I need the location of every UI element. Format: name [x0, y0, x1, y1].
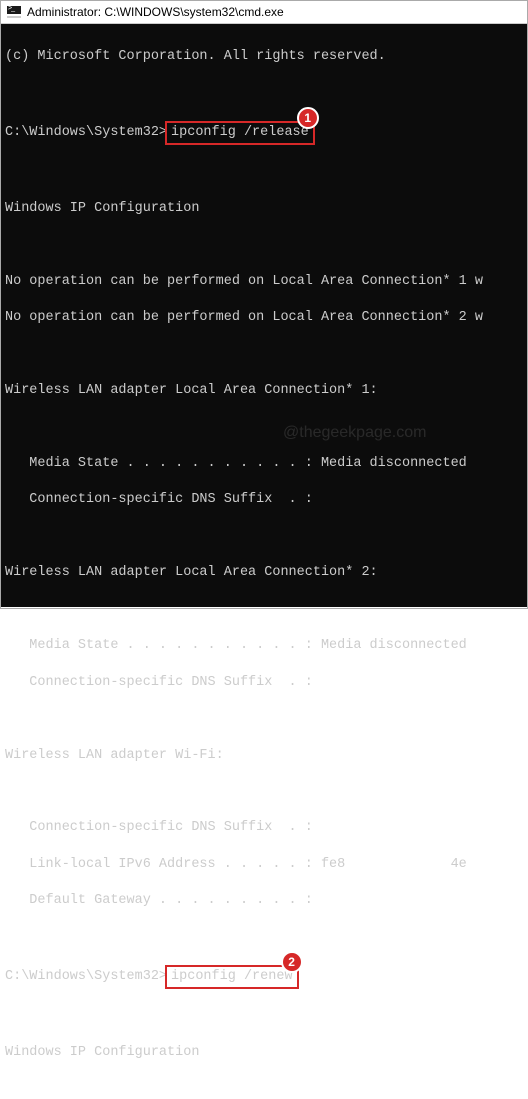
- step-badge-1: 1: [297, 107, 319, 129]
- blank-line: [5, 419, 523, 437]
- adapter-heading: Wireless LAN adapter Local Area Connecti…: [5, 382, 523, 400]
- terminal-output[interactable]: (c) Microsoft Corporation. All rights re…: [1, 24, 527, 607]
- prompt-path: C:\Windows\System32>: [5, 125, 167, 140]
- output-line: Connection-specific DNS Suffix . :: [5, 674, 523, 692]
- adapter-heading: Wireless LAN adapter Local Area Connecti…: [5, 564, 523, 582]
- output-line: No operation can be performed on Local A…: [5, 273, 523, 291]
- output-line: Link-local IPv6 Address . . . . . : fe8 …: [5, 856, 523, 874]
- blank-line: [5, 236, 523, 254]
- section-heading: Windows IP Configuration: [5, 1044, 523, 1062]
- cmd-icon: [7, 6, 21, 18]
- output-line: Default Gateway . . . . . . . . . :: [5, 892, 523, 910]
- window-title: Administrator: C:\WINDOWS\system32\cmd.e…: [27, 5, 284, 19]
- adapter-heading: Wireless LAN adapter Wi-Fi:: [5, 747, 523, 765]
- blank-line: [5, 528, 523, 546]
- blank-line: [5, 346, 523, 364]
- blank-line: [5, 710, 523, 728]
- command-text-2: ipconfig /renew: [171, 969, 293, 984]
- blank-line: [5, 783, 523, 801]
- section-heading: Windows IP Configuration: [5, 200, 523, 218]
- window-titlebar: Administrator: C:\WINDOWS\system32\cmd.e…: [1, 1, 527, 24]
- prompt-line-2: C:\Windows\System32>ipconfig /renew2: [5, 965, 523, 989]
- output-line: Media State . . . . . . . . . . . : Medi…: [5, 637, 523, 655]
- command-text-1: ipconfig /release: [171, 125, 309, 140]
- command-highlight-1: ipconfig /release1: [165, 121, 315, 145]
- blank-line: [5, 601, 523, 619]
- prompt-line-1: C:\Windows\System32>ipconfig /release1: [5, 121, 523, 145]
- output-line: Connection-specific DNS Suffix . :: [5, 819, 523, 837]
- blank-line: [5, 929, 523, 947]
- copyright-line: (c) Microsoft Corporation. All rights re…: [5, 48, 523, 66]
- command-highlight-2: ipconfig /renew2: [165, 965, 299, 989]
- output-line: Connection-specific DNS Suffix . :: [5, 491, 523, 509]
- blank-line: [5, 85, 523, 103]
- output-line: Media State . . . . . . . . . . . : Medi…: [5, 455, 523, 473]
- prompt-path: C:\Windows\System32>: [5, 969, 167, 984]
- blank-line: [5, 1008, 523, 1026]
- step-badge-2: 2: [281, 951, 303, 973]
- output-line: No operation can be performed on Local A…: [5, 309, 523, 327]
- blank-line: [5, 164, 523, 182]
